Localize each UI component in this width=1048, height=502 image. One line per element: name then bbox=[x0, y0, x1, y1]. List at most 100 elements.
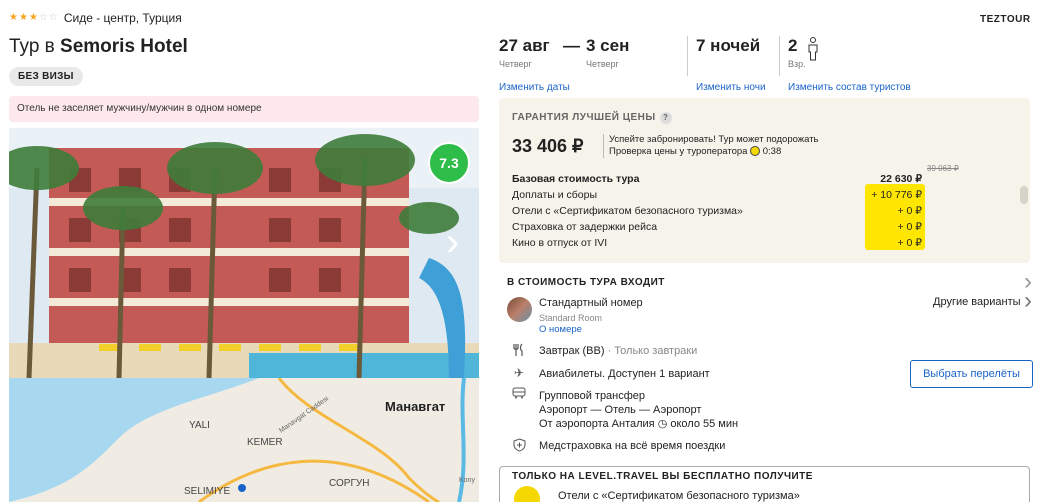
transfer-from: От аэропорта Анталия bbox=[539, 418, 655, 430]
date-from: 27 авг bbox=[499, 36, 550, 55]
price-row-value: 22 630 ₽ bbox=[880, 173, 922, 185]
insurance-row: Медстраховка на всё время поездки bbox=[539, 440, 726, 452]
date-to-block: 3 сен Четверг bbox=[586, 36, 629, 69]
guarantee-label: ГАРАНТИЯ ЛУЧШЕЙ ЦЕНЫ bbox=[512, 112, 656, 123]
map-label-kony: Kony bbox=[459, 477, 475, 484]
day-from: Четверг bbox=[499, 59, 532, 69]
transfer-route: Аэропорт — Отель — Аэропорт bbox=[539, 404, 702, 416]
price-timer: 0:38 bbox=[762, 146, 782, 157]
price-check-label: Проверка цены у туроператора bbox=[609, 146, 748, 157]
star-rating: ★ ★ ★ ☆ ☆ bbox=[9, 13, 58, 23]
star-icon: ☆ bbox=[38, 12, 48, 23]
scrollbar[interactable] bbox=[1020, 186, 1028, 204]
level-travel-item: Отели с «Сертификатом безопасного туризм… bbox=[558, 490, 800, 502]
meal-row: Завтрак (BB) · Только завтраки bbox=[539, 345, 697, 357]
meal-note: · Только завтраки bbox=[604, 345, 698, 357]
help-icon[interactable]: ? bbox=[659, 112, 672, 124]
transfer-row: Групповой трансфер Аэропорт — Отель — Аэ… bbox=[539, 389, 738, 431]
tourists-label: Взр. bbox=[788, 59, 806, 69]
map-image: Манавгат YALI KEMER SELIMIYE СОРГУН Mana… bbox=[9, 378, 479, 502]
about-room-link[interactable]: О номере bbox=[539, 324, 582, 335]
price-breakdown: Базовая стоимость тура 22 630 ₽ Доплаты и … bbox=[512, 171, 925, 251]
room-thumbnail bbox=[507, 297, 532, 322]
date-from-block: 27 авг Четверг bbox=[499, 36, 550, 69]
room-name: Стандартный номер bbox=[539, 297, 643, 309]
price-row-value: + 10 776 ₽ bbox=[871, 189, 922, 201]
hotel-name: Semoris Hotel bbox=[60, 36, 188, 57]
transfer-title: Групповой трансфер bbox=[539, 390, 646, 402]
flight-row: Авиабилеты. Доступен 1 вариант bbox=[539, 368, 710, 380]
star-icon: ★ bbox=[9, 12, 18, 23]
map-label-selimiye: SELIMIYE bbox=[184, 486, 230, 497]
total-price: 33 406 ₽ bbox=[512, 136, 584, 156]
price-row-value: + 0 ₽ bbox=[897, 205, 923, 217]
shield-icon bbox=[511, 438, 527, 455]
transfer-duration: От аэропорта Анталия ◷ около 55 мин bbox=[539, 417, 738, 431]
best-price-guarantee: ГАРАНТИЯ ЛУЧШЕЙ ЦЕНЫ? bbox=[512, 112, 672, 124]
day-to: Четверг bbox=[586, 59, 619, 69]
map-label-kemer: KEMER bbox=[247, 437, 283, 448]
tour-operator: TEZTOUR bbox=[980, 14, 1031, 25]
room-name-en: Standard Room bbox=[539, 313, 603, 323]
meal-type: Завтрак (BB) bbox=[539, 345, 605, 357]
price-row-label: Базовая стоимость тура bbox=[512, 173, 640, 185]
price-row: Доплаты и сборы + 10 776 ₽ bbox=[512, 187, 925, 203]
visa-badge: БЕЗ ВИЗЫ bbox=[9, 67, 83, 86]
nights-count: 7 ночей bbox=[696, 36, 761, 55]
star-icon: ☆ bbox=[48, 12, 58, 23]
star-icon: ★ bbox=[28, 12, 38, 23]
map-label-manavgat: Манавгат bbox=[385, 399, 445, 414]
price-note-line2: Проверка цены у туроператора 0:38 bbox=[609, 146, 819, 158]
tourists-count: 2 bbox=[788, 36, 798, 55]
price-note: Успейте забронировать! Тур может подорож… bbox=[603, 134, 819, 158]
hotel-map[interactable]: Манавгат YALI KEMER SELIMIYE СОРГУН Mana… bbox=[9, 378, 479, 502]
hotel-column: ★ ★ ★ ☆ ☆ Сиде - центр, Турция Тур в Semoris… bbox=[9, 0, 479, 502]
photo-next-icon[interactable]: › bbox=[446, 222, 459, 262]
price-row: Кино в отпуск от IVI + 0 ₽ bbox=[512, 235, 925, 251]
tourists-block: 2 Взр. bbox=[788, 36, 819, 69]
choose-flights-button[interactable]: Выбрать перелёты bbox=[910, 360, 1033, 388]
clock-icon bbox=[750, 146, 761, 157]
included-title: В СТОИМОСТЬ ТУРА ВХОДИТ bbox=[507, 277, 665, 288]
price-row-value: + 0 ₽ bbox=[897, 237, 923, 249]
other-variants-link[interactable]: Другие варианты bbox=[933, 296, 1021, 308]
clock-icon: ◷ bbox=[657, 418, 668, 430]
change-tourists-link[interactable]: Изменить состав туристов bbox=[788, 82, 911, 93]
hotel-photo-image bbox=[9, 128, 479, 378]
plane-icon: ✈ bbox=[513, 366, 525, 380]
price-note-line1: Успейте забронировать! Тур может подорож… bbox=[609, 134, 819, 145]
hotel-location: Сиде - центр, Турция bbox=[63, 11, 182, 25]
divider bbox=[779, 36, 780, 76]
price-row-label: Доплаты и сборы bbox=[512, 189, 598, 201]
hotel-photo[interactable] bbox=[9, 128, 479, 378]
meal-icon bbox=[511, 343, 527, 360]
chevron-right-icon[interactable]: › bbox=[1024, 287, 1032, 315]
date-dash: — bbox=[563, 36, 580, 55]
price-row-label: Кино в отпуск от IVI bbox=[512, 237, 608, 249]
transfer-time: около 55 мин bbox=[670, 418, 739, 430]
map-label-yali: YALI bbox=[189, 420, 210, 431]
date-to: 3 сен bbox=[586, 36, 630, 55]
person-icon bbox=[808, 37, 818, 61]
bus-icon bbox=[511, 387, 527, 402]
change-nights-link[interactable]: Изменить ночи bbox=[696, 82, 766, 93]
price-box: ГАРАНТИЯ ЛУЧШЕЙ ЦЕНЫ? 33 406 ₽ Успейте з… bbox=[499, 98, 1030, 263]
page-title: Тур в Semoris Hotel bbox=[9, 36, 188, 58]
old-price: 39 063 ₽ bbox=[927, 164, 959, 173]
location-row: ★ ★ ★ ☆ ☆ Сиде - центр, Турция bbox=[9, 11, 182, 25]
divider bbox=[687, 36, 688, 76]
rating-badge: 7.3 bbox=[428, 142, 470, 184]
price-row-label: Страховка от задержки рейса bbox=[512, 221, 658, 233]
price-row-value: + 0 ₽ bbox=[897, 221, 923, 233]
price-row: Страховка от задержки рейса + 0 ₽ bbox=[512, 219, 925, 235]
nights-block: 7 ночей bbox=[696, 36, 760, 56]
price-row: Базовая стоимость тура 22 630 ₽ bbox=[512, 171, 925, 187]
map-label-sorgun: СОРГУН bbox=[329, 478, 369, 489]
change-dates-link[interactable]: Изменить даты bbox=[499, 82, 570, 93]
star-icon: ★ bbox=[18, 12, 28, 23]
price-row-label: Отели с «Сертификатом безопасного туризм… bbox=[512, 205, 743, 217]
price-row: Отели с «Сертификатом безопасного туризм… bbox=[512, 203, 925, 219]
title-prefix: Тур в bbox=[9, 36, 61, 57]
level-travel-title: ТОЛЬКО НА LEVEL.TRAVEL ВЫ БЕСПЛАТНО ПОЛУ… bbox=[508, 471, 817, 482]
warning-banner: Отель не заселяет мужчину/мужчин в одном… bbox=[9, 96, 479, 122]
